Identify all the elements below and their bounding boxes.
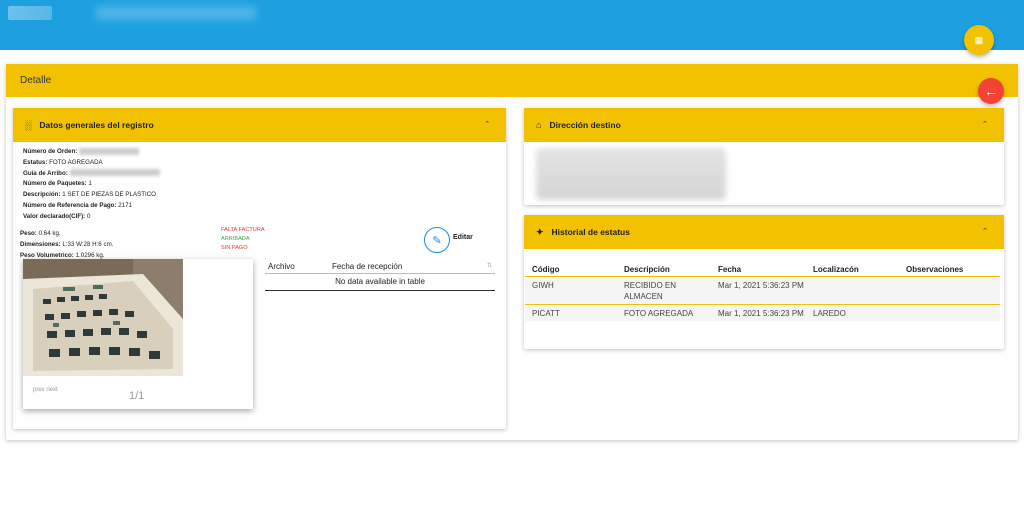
gallery-nav: prev next <box>33 387 58 393</box>
status-tag-arrived: ARRIBADA <box>221 236 250 242</box>
address-card: ⌂ Dirección destino ⌃ <box>524 108 1004 205</box>
cell-code: PICATT <box>525 304 617 321</box>
arrow-left-icon: ← <box>984 83 998 99</box>
field-declared-value: Valor declarado(CIF): 0 <box>23 212 91 220</box>
panel-title: Detalle <box>20 75 52 86</box>
column-observaciones[interactable]: Observaciones <box>899 262 1000 277</box>
field-description: Descripción: 1 SET DE PIEZAS DE PLASTICO <box>23 191 156 199</box>
files-table-header: Archivo Fecha de recepción ⇅ <box>265 262 495 274</box>
gallery-counter: 1/1 <box>129 390 145 402</box>
column-descripcion[interactable]: Descripción <box>617 262 711 277</box>
top-app-bar <box>0 0 1024 50</box>
cell-description: FOTO AGREGADA <box>617 304 711 321</box>
column-archivo[interactable]: Archivo <box>268 262 332 271</box>
chevron-up-icon[interactable]: ⌃ <box>982 227 988 235</box>
edit-button[interactable]: ✎ <box>424 227 450 253</box>
cell-notes <box>899 276 1000 305</box>
column-codigo[interactable]: Código <box>525 262 617 277</box>
field-payment-ref: Número de Referencia de Pago: 2171 <box>23 201 133 209</box>
address-title: Dirección destino <box>549 120 621 130</box>
detail-panel-header: Detalle <box>6 64 1018 97</box>
cell-date: Mar 1, 2021 5:36:23 PM <box>711 304 806 321</box>
photo-gallery: prev next 1/1 <box>23 259 253 409</box>
chevron-up-icon[interactable]: ⌃ <box>982 120 988 128</box>
status-tag-unpaid: SIN PAGO <box>221 245 248 251</box>
next-link[interactable]: next <box>46 387 57 393</box>
column-localizacion[interactable]: Localizacón <box>806 262 899 277</box>
grid-icon: ▦ <box>974 34 984 45</box>
field-arrival-guide: Guía de Arribo: <box>23 169 496 180</box>
blurred-value <box>79 147 140 155</box>
status-history-card: ✦ Historial de estatus ⌃ Código Descripc… <box>524 215 1004 349</box>
app-logo[interactable] <box>8 6 52 20</box>
back-button[interactable]: ← <box>978 78 1004 104</box>
address-header[interactable]: ⌂ Dirección destino ⌃ <box>524 108 1004 142</box>
history-table: Código Descripción Fecha Localizacón Obs… <box>525 262 1000 321</box>
field-order-number: Número de Orden: <box>23 147 496 158</box>
general-data-header[interactable]: ░ Datos generales del registro ⌃ <box>13 108 506 142</box>
field-status: Estatus: FOTO AGREGADA <box>23 158 103 166</box>
field-weight: Peso: 0.64 kg. <box>20 230 61 237</box>
measure-fields: Peso: 0.64 kg. Dimensiones: L:33 W:28 H:… <box>20 229 113 261</box>
address-body <box>524 142 1004 206</box>
blurred-value <box>69 169 160 177</box>
general-fields: Número de Orden: Estatus: FOTO AGREGADA … <box>13 142 506 228</box>
column-fecha[interactable]: Fecha <box>711 262 806 277</box>
cell-code: GIWH <box>525 276 617 305</box>
history-header[interactable]: ✦ Historial de estatus ⌃ <box>524 215 1004 249</box>
pencil-icon: ✎ <box>432 234 442 247</box>
cell-date: Mar 1, 2021 5:36:23 PM <box>711 276 806 305</box>
sort-icon[interactable]: ⇅ <box>487 262 492 271</box>
general-data-title: Datos generales del registro <box>39 120 154 130</box>
home-icon: ⌂ <box>536 120 542 130</box>
table-row: GIWH RECIBIDO EN ALMACEN Mar 1, 2021 5:3… <box>525 276 1000 305</box>
satellite-icon: ✦ <box>536 226 544 237</box>
files-empty-message: No data available in table <box>265 274 495 291</box>
field-packages: Número de Paquetes: 1 <box>23 180 92 188</box>
barcode-icon: ░ <box>25 120 32 130</box>
chevron-up-icon[interactable]: ⌃ <box>484 120 490 128</box>
cell-notes <box>899 304 1000 321</box>
cell-location <box>806 276 899 305</box>
field-dimensions: Dimensiones: L:33 W:28 H:6 cm. <box>20 240 114 248</box>
edit-label[interactable]: Editar <box>453 234 473 241</box>
blurred-username <box>96 6 256 20</box>
files-table: Archivo Fecha de recepción ⇅ No data ava… <box>265 262 495 291</box>
history-title: Historial de estatus <box>551 227 630 237</box>
prev-link[interactable]: prev <box>33 387 45 393</box>
table-row: PICATT FOTO AGREGADA Mar 1, 2021 5:36:23… <box>525 304 1000 321</box>
status-tag-missing-invoice: FALTA FACTURA <box>221 227 265 233</box>
cell-description: RECIBIDO EN ALMACEN <box>617 276 711 305</box>
blurred-address <box>536 148 726 200</box>
cell-location: LAREDO <box>806 304 899 321</box>
apps-menu-button[interactable]: ▦ <box>964 25 994 55</box>
column-fecha-recepcion[interactable]: Fecha de recepción <box>332 262 487 271</box>
package-photo[interactable] <box>23 259 183 376</box>
